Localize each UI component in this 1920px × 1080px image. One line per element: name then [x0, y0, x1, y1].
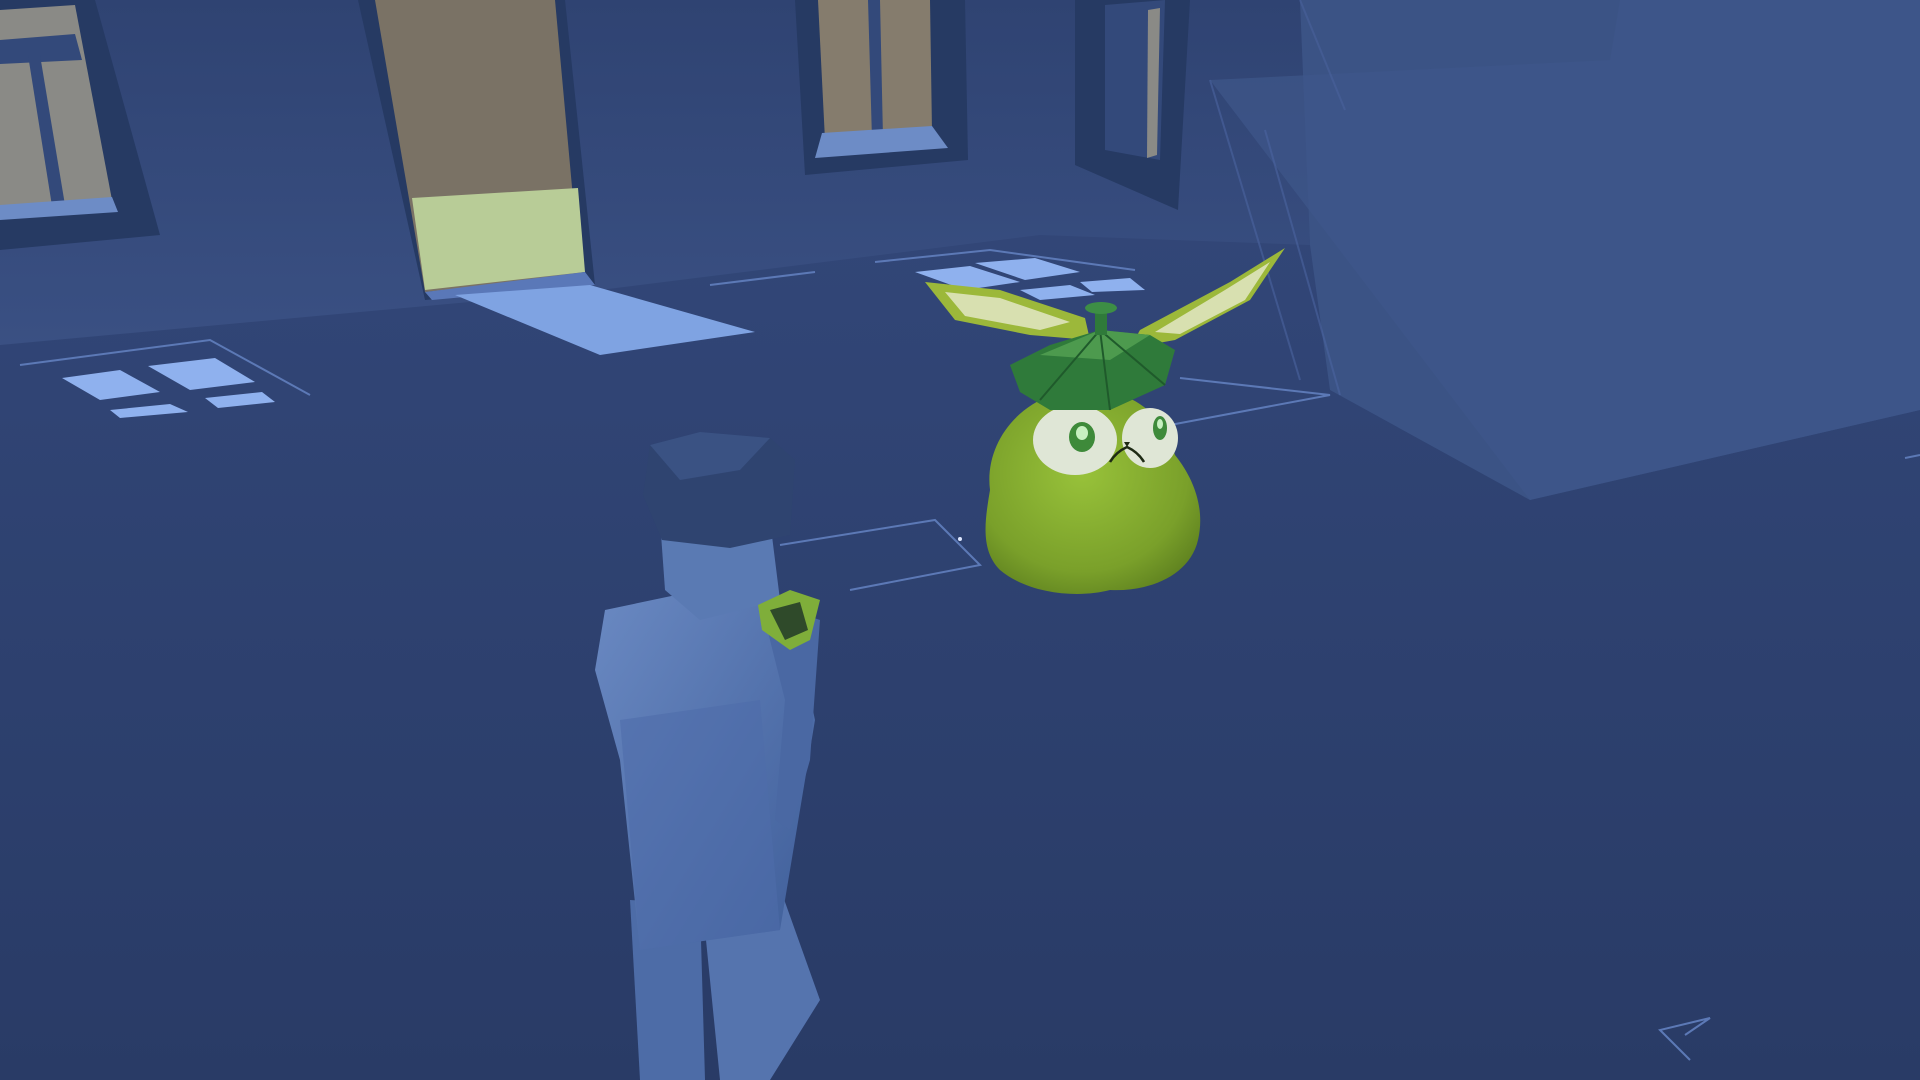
top-window	[795, 0, 968, 175]
crosshair-dot-icon	[958, 537, 962, 541]
